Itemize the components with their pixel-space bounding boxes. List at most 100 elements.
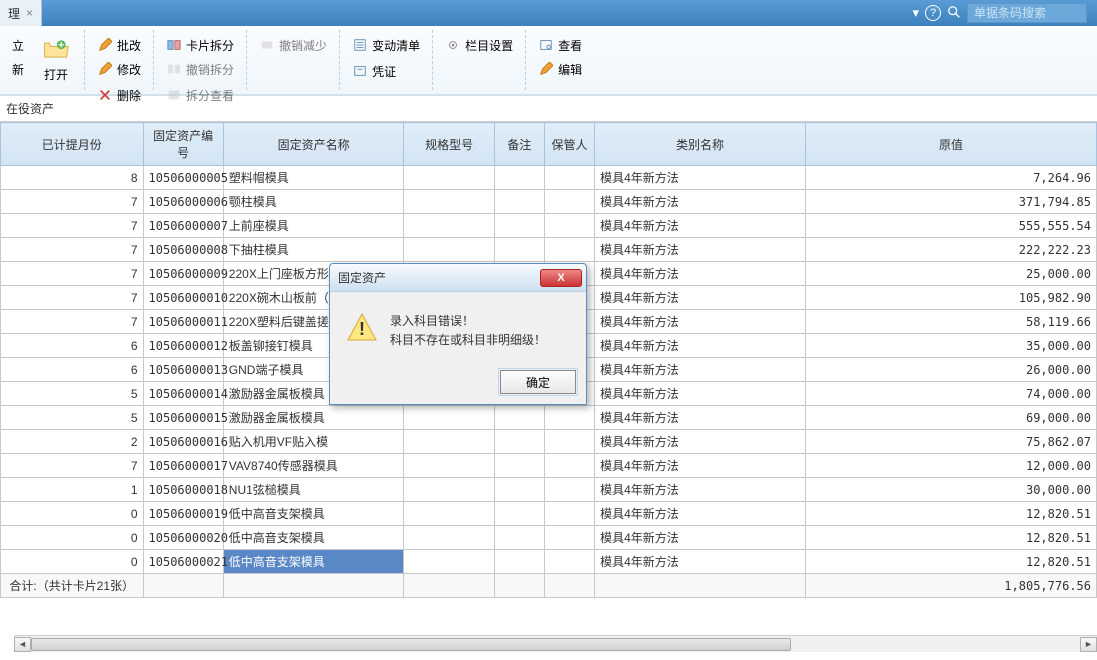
cell-value[interactable]: 74,000.00 bbox=[805, 382, 1096, 406]
cell-remark[interactable] bbox=[494, 526, 544, 550]
cell-code[interactable]: 10506000014 bbox=[143, 382, 223, 406]
cell-spec[interactable] bbox=[404, 166, 494, 190]
cell-category[interactable]: 模具4年新方法 bbox=[595, 334, 806, 358]
cell-keeper[interactable] bbox=[544, 190, 594, 214]
cell-name[interactable]: 塑料帽模具 bbox=[223, 166, 404, 190]
cell-name[interactable]: 贴入机用VF贴入模 bbox=[223, 430, 404, 454]
cell-spec[interactable] bbox=[404, 478, 494, 502]
cell-category[interactable]: 模具4年新方法 bbox=[595, 262, 806, 286]
cell-name[interactable]: 上前座模具 bbox=[223, 214, 404, 238]
scroll-track[interactable] bbox=[31, 637, 1080, 652]
cell-value[interactable]: 7,264.96 bbox=[805, 166, 1096, 190]
cell-code[interactable]: 10506000011 bbox=[143, 310, 223, 334]
cell-code[interactable]: 10506000007 bbox=[143, 214, 223, 238]
cell-category[interactable]: 模具4年新方法 bbox=[595, 238, 806, 262]
cell-value[interactable]: 12,000.00 bbox=[805, 454, 1096, 478]
cell-remark[interactable] bbox=[494, 478, 544, 502]
table-row[interactable]: 710506000008下抽柱模具模具4年新方法222,222.23 bbox=[1, 238, 1097, 262]
cell-value[interactable]: 555,555.54 bbox=[805, 214, 1096, 238]
table-row[interactable]: 510506000015激励器金属板模具模具4年新方法69,000.00 bbox=[1, 406, 1097, 430]
cell-keeper[interactable] bbox=[544, 166, 594, 190]
scroll-thumb[interactable] bbox=[31, 638, 791, 651]
cell-spec[interactable] bbox=[404, 406, 494, 430]
col-name[interactable]: 固定资产名称 bbox=[223, 123, 404, 166]
table-row[interactable]: 710506000017VAV8740传感器模具模具4年新方法12,000.00 bbox=[1, 454, 1097, 478]
dropdown-icon[interactable]: ▾ bbox=[912, 5, 919, 21]
cell-month[interactable]: 0 bbox=[1, 526, 144, 550]
table-row[interactable]: 010506000020低中高音支架模具模具4年新方法12,820.51 bbox=[1, 526, 1097, 550]
cell-name[interactable]: VAV8740传感器模具 bbox=[223, 454, 404, 478]
cell-value[interactable]: 12,820.51 bbox=[805, 502, 1096, 526]
table-row[interactable]: 810506000005塑料帽模具模具4年新方法7,264.96 bbox=[1, 166, 1097, 190]
cell-value[interactable]: 75,862.07 bbox=[805, 430, 1096, 454]
col-code[interactable]: 固定资产编号 bbox=[143, 123, 223, 166]
col-month[interactable]: 已计提月份 bbox=[1, 123, 144, 166]
help-icon[interactable]: ? bbox=[925, 5, 941, 21]
cell-month[interactable]: 2 bbox=[1, 430, 144, 454]
cell-code[interactable]: 10506000008 bbox=[143, 238, 223, 262]
cell-code[interactable]: 10506000019 bbox=[143, 502, 223, 526]
cell-remark[interactable] bbox=[494, 190, 544, 214]
cell-name[interactable]: 低中高音支架模具 bbox=[223, 502, 404, 526]
cell-month[interactable]: 6 bbox=[1, 358, 144, 382]
btn-new[interactable]: 新 bbox=[8, 58, 28, 80]
cell-keeper[interactable] bbox=[544, 214, 594, 238]
cell-spec[interactable] bbox=[404, 550, 494, 574]
cell-remark[interactable] bbox=[494, 454, 544, 478]
cell-value[interactable]: 25,000.00 bbox=[805, 262, 1096, 286]
search-icon[interactable] bbox=[947, 5, 961, 22]
cell-value[interactable]: 12,820.51 bbox=[805, 550, 1096, 574]
cell-keeper[interactable] bbox=[544, 406, 594, 430]
cell-name[interactable]: 低中高音支架模具 bbox=[223, 526, 404, 550]
cell-month[interactable]: 7 bbox=[1, 454, 144, 478]
cell-month[interactable]: 7 bbox=[1, 262, 144, 286]
cell-value[interactable]: 12,820.51 bbox=[805, 526, 1096, 550]
cell-month[interactable]: 8 bbox=[1, 166, 144, 190]
cell-spec[interactable] bbox=[404, 190, 494, 214]
col-spec[interactable]: 规格型号 bbox=[404, 123, 494, 166]
cell-value[interactable]: 35,000.00 bbox=[805, 334, 1096, 358]
cell-month[interactable]: 5 bbox=[1, 382, 144, 406]
table-row[interactable]: 710506000007上前座模具模具4年新方法555,555.54 bbox=[1, 214, 1097, 238]
voucher-button[interactable]: 凭证 bbox=[348, 60, 424, 82]
cell-category[interactable]: 模具4年新方法 bbox=[595, 310, 806, 334]
cell-value[interactable]: 58,119.66 bbox=[805, 310, 1096, 334]
search-input[interactable] bbox=[967, 3, 1087, 23]
cell-name[interactable]: 颚柱模具 bbox=[223, 190, 404, 214]
cell-value[interactable]: 26,000.00 bbox=[805, 358, 1096, 382]
cell-code[interactable]: 10506000020 bbox=[143, 526, 223, 550]
cell-month[interactable]: 5 bbox=[1, 406, 144, 430]
table-row[interactable]: 210506000016贴入机用VF贴入模模具4年新方法75,862.07 bbox=[1, 430, 1097, 454]
cell-code[interactable]: 10506000013 bbox=[143, 358, 223, 382]
modify-button[interactable]: 修改 bbox=[93, 58, 145, 80]
cell-month[interactable]: 1 bbox=[1, 478, 144, 502]
open-button[interactable]: 打开 bbox=[34, 32, 78, 85]
cell-category[interactable]: 模具4年新方法 bbox=[595, 166, 806, 190]
cell-category[interactable]: 模具4年新方法 bbox=[595, 430, 806, 454]
cell-month[interactable]: 0 bbox=[1, 550, 144, 574]
cell-category[interactable]: 模具4年新方法 bbox=[595, 502, 806, 526]
btn-create[interactable]: 立 bbox=[8, 34, 28, 56]
cell-category[interactable]: 模具4年新方法 bbox=[595, 358, 806, 382]
cell-code[interactable]: 10506000021 bbox=[143, 550, 223, 574]
cell-remark[interactable] bbox=[494, 502, 544, 526]
cell-code[interactable]: 10506000017 bbox=[143, 454, 223, 478]
cell-month[interactable]: 7 bbox=[1, 214, 144, 238]
cell-spec[interactable] bbox=[404, 214, 494, 238]
cell-remark[interactable] bbox=[494, 214, 544, 238]
cell-spec[interactable] bbox=[404, 502, 494, 526]
tab-close-icon[interactable]: × bbox=[26, 6, 33, 20]
cell-code[interactable]: 10506000018 bbox=[143, 478, 223, 502]
cell-spec[interactable] bbox=[404, 238, 494, 262]
cell-keeper[interactable] bbox=[544, 238, 594, 262]
cell-code[interactable]: 10506000015 bbox=[143, 406, 223, 430]
table-row[interactable]: 710506000006颚柱模具模具4年新方法371,794.85 bbox=[1, 190, 1097, 214]
cell-name[interactable]: 下抽柱模具 bbox=[223, 238, 404, 262]
cell-category[interactable]: 模具4年新方法 bbox=[595, 478, 806, 502]
cell-category[interactable]: 模具4年新方法 bbox=[595, 286, 806, 310]
col-keeper[interactable]: 保管人 bbox=[544, 123, 594, 166]
view-button[interactable]: 查看 bbox=[534, 34, 586, 56]
undo-split-button[interactable]: 撤销拆分 bbox=[162, 58, 238, 80]
batch-button[interactable]: 批改 bbox=[93, 34, 145, 56]
cell-keeper[interactable] bbox=[544, 526, 594, 550]
